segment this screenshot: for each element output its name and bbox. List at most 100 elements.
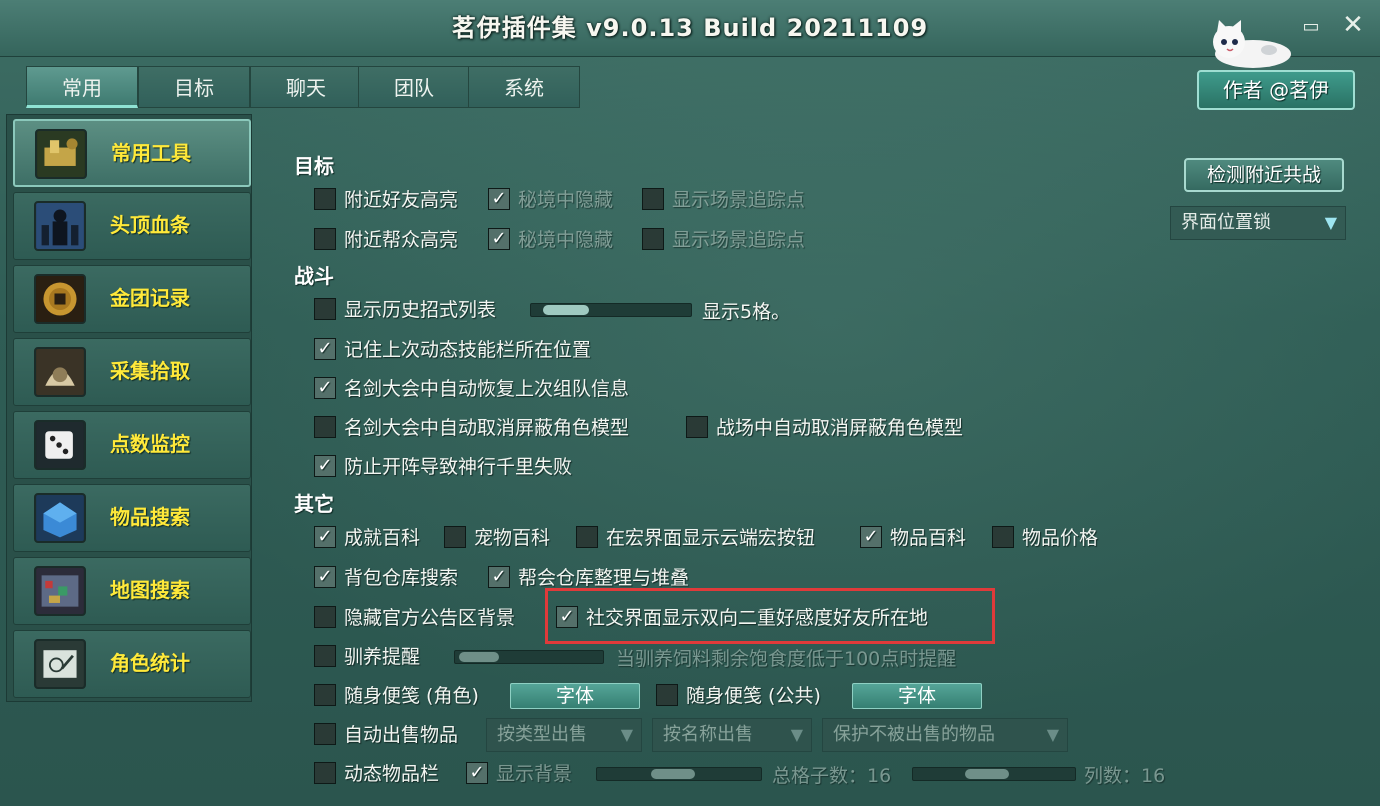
- checkbox[interactable]: [444, 526, 466, 548]
- sidebar-item-gold-record[interactable]: 金团记录: [13, 265, 251, 333]
- option-label: 随身便笺 (公共): [686, 685, 821, 707]
- checkbox[interactable]: [642, 228, 664, 250]
- coin-icon: [34, 274, 86, 324]
- author-button[interactable]: 作者 @茗伊: [1197, 70, 1355, 110]
- checkbox[interactable]: [314, 455, 336, 477]
- sidebar-item-map-search[interactable]: 地图搜索: [13, 557, 251, 625]
- option-label: 防止开阵导致神行千里失败: [344, 456, 573, 478]
- sidebar-item-item-search[interactable]: 物品搜索: [13, 484, 251, 552]
- checkbox[interactable]: [314, 645, 336, 667]
- tools-icon: [35, 129, 87, 179]
- option-label: 附近帮众高亮: [344, 229, 459, 251]
- option-label: 物品价格: [1022, 527, 1099, 549]
- close-icon[interactable]: ✕: [1338, 10, 1368, 40]
- tab-team[interactable]: 团队: [358, 66, 470, 108]
- sidebar-item-label: 头顶血条: [110, 213, 190, 237]
- checkbox[interactable]: [314, 298, 336, 320]
- checkbox[interactable]: [314, 526, 336, 548]
- sidebar-item-label: 金团记录: [110, 286, 190, 310]
- character-stats-icon: [34, 639, 86, 689]
- sidebar-item-common-tools[interactable]: 常用工具: [13, 119, 251, 187]
- plugin-window: 茗伊插件集 v9.0.13 Build 20211109 ▭ ✕ 常用 目标 聊…: [0, 0, 1380, 806]
- checkbox[interactable]: [314, 416, 336, 438]
- checkbox[interactable]: [314, 723, 336, 745]
- tab-system[interactable]: 系统: [468, 66, 580, 108]
- checkbox[interactable]: [860, 526, 882, 548]
- section-title-combat: 战斗: [294, 264, 334, 288]
- sell-by-type-dropdown[interactable]: 按类型出售 ▼: [486, 718, 642, 752]
- checkbox[interactable]: [314, 188, 336, 210]
- columns-text: 列数：16: [1084, 765, 1166, 787]
- protected-items-dropdown[interactable]: 保护不被出售的物品 ▼: [822, 718, 1068, 752]
- checkbox[interactable]: [314, 606, 336, 628]
- option-label: 物品百科: [890, 527, 967, 549]
- slider-knob[interactable]: [965, 769, 1009, 779]
- checkbox[interactable]: [642, 188, 664, 210]
- checkbox[interactable]: [314, 377, 336, 399]
- memo-public-font-button[interactable]: 字体: [852, 683, 982, 709]
- dropdown-value: 界面位置锁: [1181, 212, 1271, 233]
- option-label: 显示场景追踪点: [672, 189, 806, 211]
- option-label: 显示场景追踪点: [672, 229, 806, 251]
- checkbox[interactable]: [992, 526, 1014, 548]
- sidebar: 常用工具 头顶血条 金团记录 采集拾取 点数监控 物品搜索 地图搜索 角色统计: [6, 114, 252, 702]
- sidebar-item-character-stats[interactable]: 角色统计: [13, 630, 251, 698]
- checkbox[interactable]: [488, 228, 510, 250]
- checkbox[interactable]: [576, 526, 598, 548]
- columns-slider[interactable]: [912, 767, 1076, 781]
- history-count-slider[interactable]: [530, 303, 692, 317]
- dropdown-arrow-icon: ▼: [1324, 213, 1337, 232]
- option-label: 名剑大会中自动取消屏蔽角色模型: [344, 417, 630, 439]
- dropdown-arrow-icon: ▼: [1046, 725, 1059, 744]
- option-label: 自动出售物品: [344, 724, 459, 746]
- map-search-icon: [34, 566, 86, 616]
- taming-slider[interactable]: [454, 650, 604, 664]
- checkbox[interactable]: [466, 762, 488, 784]
- option-label: 附近好友高亮: [344, 189, 459, 211]
- checkbox[interactable]: [488, 566, 510, 588]
- tab-common[interactable]: 常用: [26, 66, 138, 108]
- option-label: 随身便笺 (角色): [344, 685, 479, 707]
- gather-icon: [34, 347, 86, 397]
- minimize-icon[interactable]: ▭: [1296, 14, 1326, 40]
- option-label: 显示历史招式列表: [344, 299, 497, 321]
- memo-role-font-button[interactable]: 字体: [510, 683, 640, 709]
- tab-target[interactable]: 目标: [138, 66, 250, 108]
- window-title: 茗伊插件集 v9.0.13 Build 20211109: [451, 14, 929, 42]
- checkbox[interactable]: [686, 416, 708, 438]
- slider-knob[interactable]: [543, 305, 589, 315]
- checkbox[interactable]: [314, 566, 336, 588]
- health-bar-icon: [34, 201, 86, 251]
- checkbox[interactable]: [314, 762, 336, 784]
- highlight-box: [545, 588, 995, 644]
- ui-position-dropdown[interactable]: 界面位置锁 ▼: [1170, 206, 1346, 240]
- slider-knob[interactable]: [459, 652, 499, 662]
- total-slots-text: 总格子数：16: [772, 765, 892, 787]
- dropdown-arrow-icon: ▼: [790, 725, 803, 744]
- sidebar-item-health-bar[interactable]: 头顶血条: [13, 192, 251, 260]
- checkbox[interactable]: [314, 338, 336, 360]
- sidebar-item-label: 采集拾取: [110, 359, 190, 383]
- checkbox[interactable]: [314, 684, 336, 706]
- detect-nearby-button[interactable]: 检测附近共战: [1184, 158, 1344, 192]
- tab-chat[interactable]: 聊天: [250, 66, 362, 108]
- dropdown-arrow-icon: ▼: [620, 725, 633, 744]
- total-slots-slider[interactable]: [596, 767, 762, 781]
- slider-knob[interactable]: [651, 769, 695, 779]
- checkbox[interactable]: [656, 684, 678, 706]
- sidebar-item-label: 角色统计: [110, 651, 190, 675]
- checkbox[interactable]: [488, 188, 510, 210]
- sidebar-item-gather-pickup[interactable]: 采集拾取: [13, 338, 251, 406]
- sidebar-item-label: 物品搜索: [110, 505, 190, 529]
- item-search-icon: [34, 493, 86, 543]
- option-label: 隐藏官方公告区背景: [344, 607, 516, 629]
- option-label: 动态物品栏: [344, 763, 440, 785]
- dropdown-value: 保护不被出售的物品: [833, 724, 995, 745]
- option-label: 记住上次动态技能栏所在位置: [344, 339, 592, 361]
- title-bar[interactable]: 茗伊插件集 v9.0.13 Build 20211109 ▭ ✕: [0, 0, 1380, 68]
- checkbox[interactable]: [314, 228, 336, 250]
- sell-by-name-dropdown[interactable]: 按名称出售 ▼: [652, 718, 812, 752]
- sidebar-item-points-monitor[interactable]: 点数监控: [13, 411, 251, 479]
- tab-bar: 常用 目标 聊天 团队 系统: [0, 62, 1380, 110]
- sidebar-item-label: 常用工具: [111, 141, 191, 165]
